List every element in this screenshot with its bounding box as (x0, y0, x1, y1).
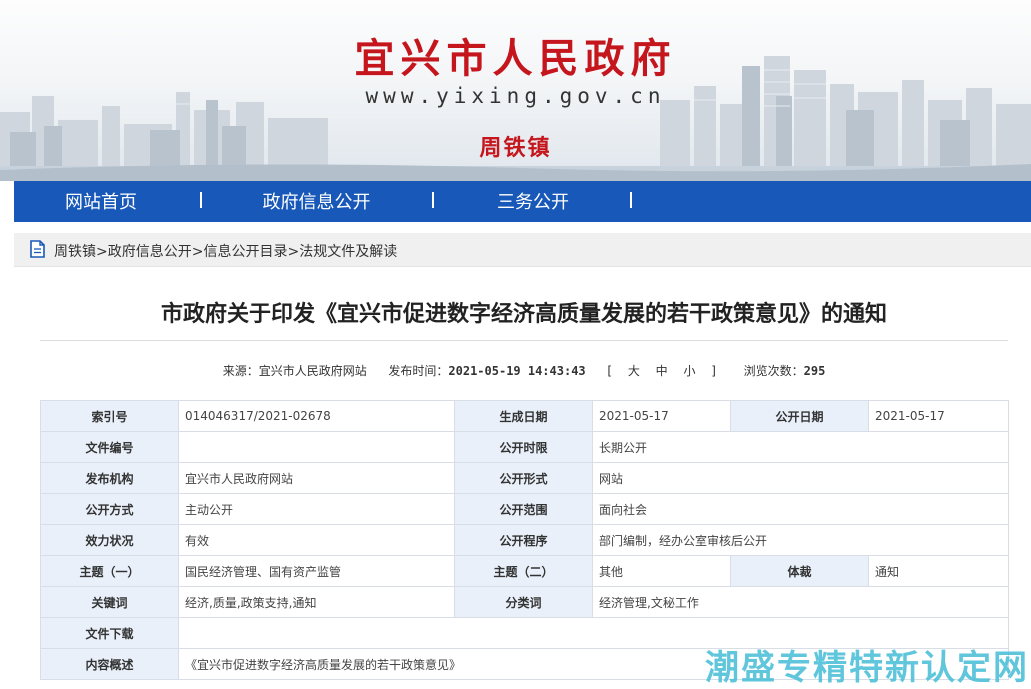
doc-no-value (178, 431, 455, 463)
genre-label: 体裁 (730, 555, 869, 587)
table-row: 关键词 经济,质量,政策支持,通知 分类词 经济管理,文秘工作 (40, 586, 1009, 618)
genre-value: 通知 (868, 555, 1009, 587)
category-value: 经济管理,文秘工作 (592, 586, 1009, 618)
nav-three-affairs[interactable]: 三务公开 (446, 181, 620, 222)
table-row: 公开方式 主动公开 公开范围 面向社会 (40, 493, 1009, 525)
pub-form-value: 网站 (592, 462, 1009, 494)
topic1-label: 主题（一） (40, 555, 179, 587)
keywords-label: 关键词 (40, 586, 179, 618)
info-table: 索引号 014046317/2021-02678 生成日期 2021-05-17… (40, 400, 1009, 680)
watermark-text: 潮盛专精特新认定网 (705, 648, 1029, 688)
breadcrumb-regulations[interactable]: 法规文件及解读 (299, 244, 397, 260)
validity-value: 有效 (178, 524, 455, 556)
pub-mode-label: 公开方式 (40, 493, 179, 525)
pub-proc-value: 部门编制，经办公室审核后公开 (592, 524, 1009, 556)
nav-gov-info[interactable]: 政府信息公开 (214, 181, 419, 222)
download-label: 文件下载 (40, 617, 179, 649)
topic2-label: 主题（二） (454, 555, 593, 587)
table-row: 效力状况 有效 公开程序 部门编制，经办公室审核后公开 (40, 524, 1009, 556)
published-label: 发布时间： (388, 364, 449, 378)
breadcrumb: 周铁镇>政府信息公开>信息公开目录>法规文件及解读 (14, 233, 1031, 267)
site-title: 宜兴市人民政府 (354, 35, 677, 82)
doc-no-label: 文件编号 (40, 431, 179, 463)
issuer-value: 宜兴市人民政府网站 (178, 462, 455, 494)
header-banner: 宜兴市人民政府 www.yixing.gov.cn 周铁镇 (0, 0, 1031, 181)
published-value: 2021-05-19 14:43:43 (448, 364, 586, 378)
document-icon (30, 240, 45, 262)
table-row: 文件编号 公开时限 长期公开 (40, 431, 1009, 463)
site-url: www.yixing.gov.cn (365, 84, 666, 108)
breadcrumb-gov-info[interactable]: 政府信息公开 (108, 244, 192, 260)
pub-date-value: 2021-05-17 (868, 400, 1009, 432)
nav-separator (630, 192, 632, 208)
pub-form-label: 公开形式 (454, 462, 593, 494)
issuer-label: 发布机构 (40, 462, 179, 494)
source-value: 宜兴市人民政府网站 (258, 364, 367, 378)
pub-limit-value: 长期公开 (592, 431, 1009, 463)
index-no-value: 014046317/2021-02678 (178, 400, 455, 432)
validity-label: 效力状况 (40, 524, 179, 556)
breadcrumb-town[interactable]: 周铁镇 (54, 244, 96, 260)
nav-separator (432, 192, 434, 208)
table-row: 发布机构 宜兴市人民政府网站 公开形式 网站 (40, 462, 1009, 494)
font-size-switcher[interactable]: [ 大 中 小 ] (607, 364, 722, 378)
breadcrumb-separator: > (96, 244, 108, 260)
nav-separator (200, 192, 202, 208)
keywords-value: 经济,质量,政策支持,通知 (178, 586, 455, 618)
table-row: 主题（一） 国民经济管理、国有资产监管 主题（二） 其他 体裁 通知 (40, 555, 1009, 587)
views-label: 浏览次数： (743, 364, 804, 378)
title-divider (40, 340, 1008, 341)
pub-scope-value: 面向社会 (592, 493, 1009, 525)
views-value: 295 (803, 364, 826, 378)
summary-label: 内容概述 (40, 648, 179, 680)
pub-proc-label: 公开程序 (454, 524, 593, 556)
index-no-label: 索引号 (40, 400, 179, 432)
breadcrumb-separator: > (191, 244, 204, 260)
town-name: 周铁镇 (479, 136, 552, 161)
topic1-value: 国民经济管理、国有资产监管 (178, 555, 455, 587)
category-label: 分类词 (454, 586, 593, 618)
article-meta: 来源：宜兴市人民政府网站 发布时间：2021-05-19 14:43:43 [ … (40, 362, 1008, 379)
gen-date-label: 生成日期 (454, 400, 593, 432)
breadcrumb-catalog[interactable]: 信息公开目录 (203, 244, 287, 260)
source-label: 来源： (222, 364, 259, 378)
pub-date-label: 公开日期 (730, 400, 869, 432)
topic2-value: 其他 (592, 555, 731, 587)
table-row: 索引号 014046317/2021-02678 生成日期 2021-05-17… (40, 400, 1009, 432)
breadcrumb-trail: 周铁镇>政府信息公开>信息公开目录>法规文件及解读 (54, 241, 397, 261)
breadcrumb-separator: > (287, 244, 300, 260)
gen-date-value: 2021-05-17 (592, 400, 731, 432)
pub-limit-label: 公开时限 (454, 431, 593, 463)
nav-home[interactable]: 网站首页 (14, 181, 188, 222)
pub-mode-value: 主动公开 (178, 493, 455, 525)
pub-scope-label: 公开范围 (454, 493, 593, 525)
main-nav: 网站首页 政府信息公开 三务公开 (14, 181, 1031, 222)
article-title: 市政府关于印发《宜兴市促进数字经济高质量发展的若干政策意见》的通知 (160, 302, 887, 327)
